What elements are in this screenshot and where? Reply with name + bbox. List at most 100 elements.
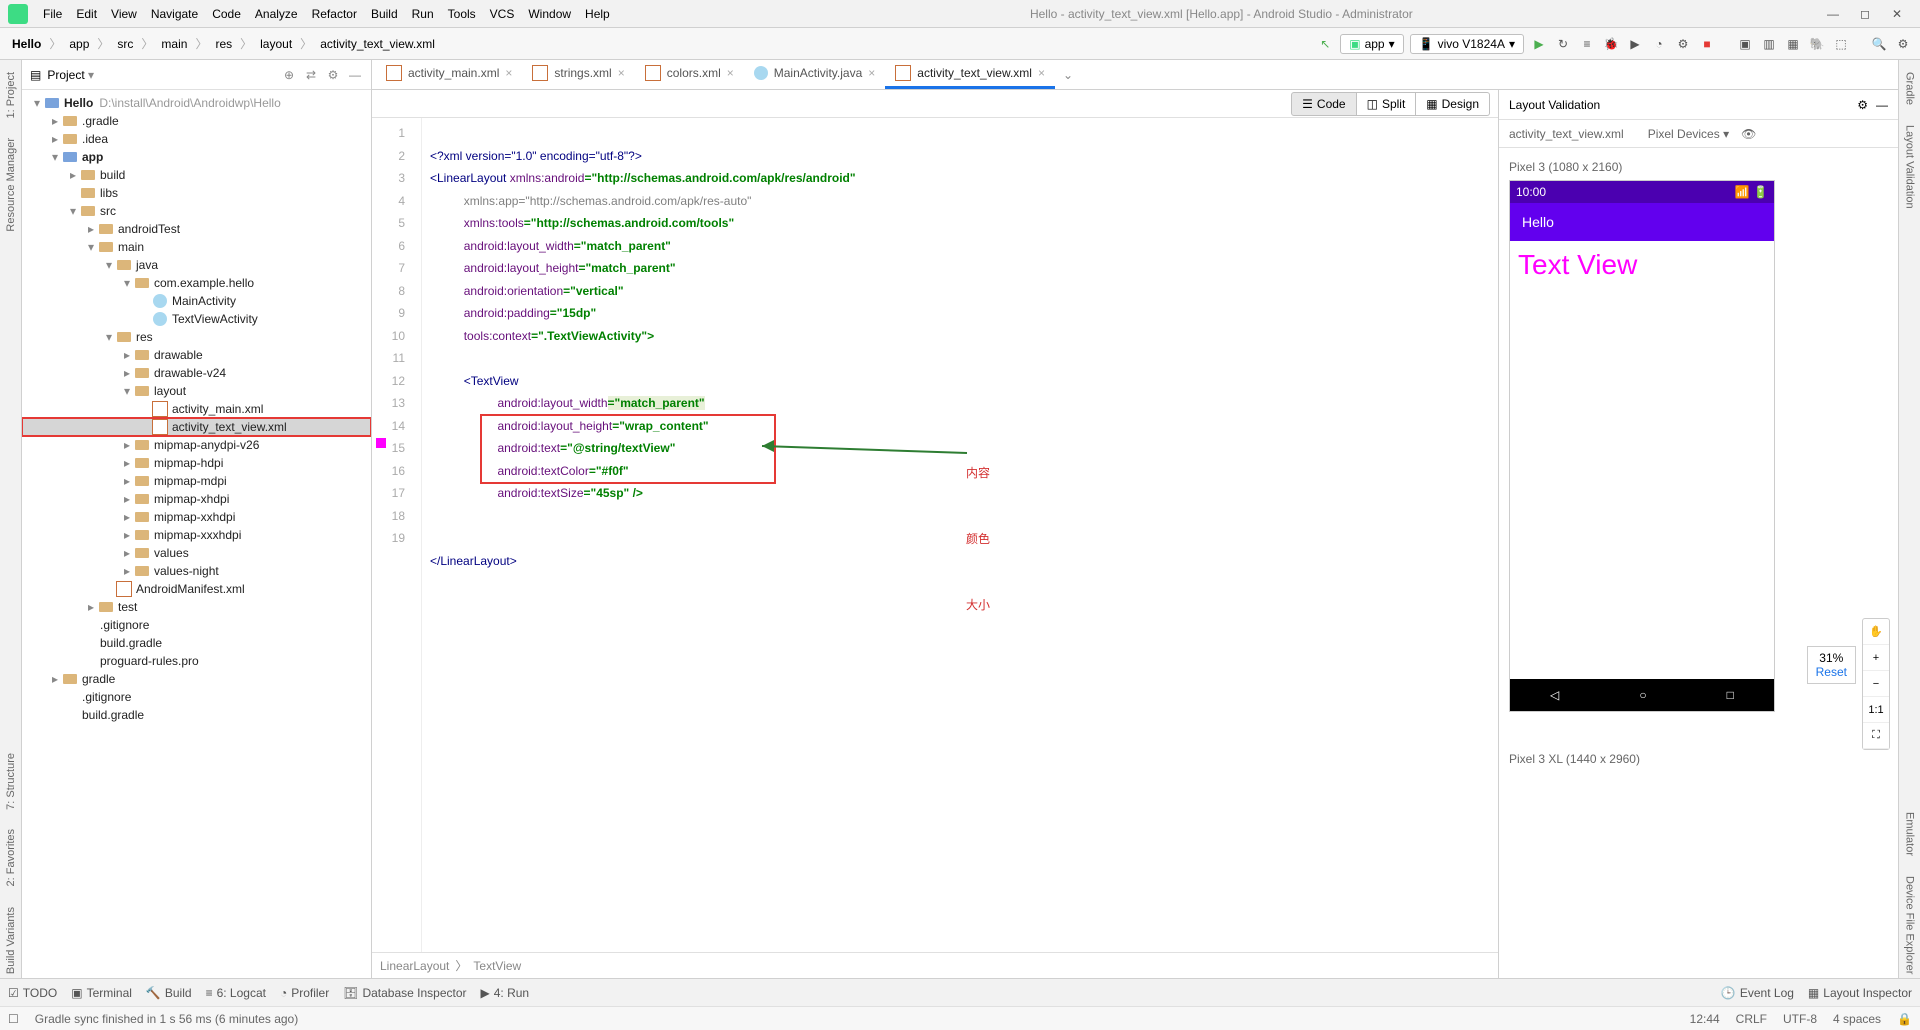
mode-code[interactable]: ☰ Code <box>1291 92 1356 116</box>
bc-res[interactable]: res <box>211 35 236 53</box>
zoom-100-icon[interactable]: ⛶ <box>1863 723 1889 749</box>
run-icon[interactable]: ▶ <box>1530 35 1548 53</box>
bottom-logcat[interactable]: ≡ 6: Logcat <box>206 986 266 1000</box>
close-icon[interactable]: × <box>505 66 512 80</box>
project-tree[interactable]: ▾HelloD:\install\Android\Androidwp\Hello… <box>22 90 371 978</box>
tab-layout-validation[interactable]: Layout Validation <box>1902 121 1918 213</box>
close-icon[interactable]: × <box>618 66 625 80</box>
file-encoding[interactable]: UTF-8 <box>1783 1012 1817 1026</box>
tree-node[interactable]: ▾HelloD:\install\Android\Androidwp\Hello <box>22 94 371 112</box>
tree-node[interactable]: ▸mipmap-xhdpi <box>22 490 371 508</box>
tree-node[interactable]: .gitignore <box>22 688 371 706</box>
preview-pixel3[interactable]: 10:00📶 🔋 Hello Text View ◁○□ <box>1509 180 1775 712</box>
view-options-icon[interactable]: 👁 <box>1741 127 1756 141</box>
expand-icon[interactable]: ⇄ <box>303 67 319 83</box>
settings-icon[interactable]: ⚙ <box>1894 35 1912 53</box>
tab-gradle[interactable]: Gradle <box>1902 68 1918 109</box>
stop-icon[interactable]: ■ <box>1698 35 1716 53</box>
tree-node[interactable]: ▾layout <box>22 382 371 400</box>
tree-node[interactable]: ▸mipmap-xxxhdpi <box>22 526 371 544</box>
tab-activity-text-view[interactable]: activity_text_view.xml× <box>885 60 1055 89</box>
tab-colors[interactable]: colors.xml× <box>635 60 744 89</box>
menu-code[interactable]: Code <box>205 7 248 21</box>
zoom-reset[interactable]: Reset <box>1816 665 1847 679</box>
menu-build[interactable]: Build <box>364 7 405 21</box>
tree-node[interactable]: ▾java <box>22 256 371 274</box>
project-view-selector[interactable]: Project <box>47 68 94 82</box>
back-arrow-icon[interactable]: ↖ <box>1316 35 1334 53</box>
indent[interactable]: 4 spaces <box>1833 1012 1881 1026</box>
pan-icon[interactable]: ✋ <box>1863 619 1889 645</box>
tree-node[interactable]: ▸values-night <box>22 562 371 580</box>
menu-help[interactable]: Help <box>578 7 617 21</box>
tab-emulator[interactable]: Emulator <box>1902 808 1918 860</box>
tree-node[interactable]: .gitignore <box>22 616 371 634</box>
tab-build-variants[interactable]: Build Variants <box>3 903 19 978</box>
tree-node[interactable]: activity_text_view.xml <box>22 418 371 436</box>
tab-resource-manager[interactable]: Resource Manager <box>3 134 19 236</box>
structure-icon[interactable]: ⬚ <box>1832 35 1850 53</box>
menu-tools[interactable]: Tools <box>441 7 483 21</box>
tree-node[interactable]: ▸mipmap-xxhdpi <box>22 508 371 526</box>
bottom-run[interactable]: ▶ 4: Run <box>481 986 530 1000</box>
tree-node[interactable]: ▸values <box>22 544 371 562</box>
close-button[interactable]: ✕ <box>1890 7 1904 21</box>
tree-node[interactable]: ▸androidTest <box>22 220 371 238</box>
close-icon[interactable]: × <box>868 66 875 80</box>
maximize-button[interactable]: ◻ <box>1858 7 1872 21</box>
tab-mainactivity[interactable]: MainActivity.java× <box>744 60 886 89</box>
tree-node[interactable]: ▸test <box>22 598 371 616</box>
device-selector[interactable]: 📱vivo V1824A▾ <box>1410 34 1524 54</box>
tree-node[interactable]: ▸build <box>22 166 371 184</box>
tree-node[interactable]: ▸drawable-v24 <box>22 364 371 382</box>
bottom-layout-inspector[interactable]: ▦ Layout Inspector <box>1808 986 1912 1000</box>
tab-strings[interactable]: strings.xml× <box>522 60 634 89</box>
debug-icon[interactable]: 🐞 <box>1602 35 1620 53</box>
bc-file[interactable]: activity_text_view.xml <box>316 35 439 53</box>
sdk-icon[interactable]: ▥ <box>1760 35 1778 53</box>
bottom-todo[interactable]: ☑ TODO <box>8 986 57 1000</box>
close-icon[interactable]: × <box>1038 66 1045 80</box>
profiler-icon[interactable]: ◔ <box>1650 35 1668 53</box>
tree-node[interactable]: MainActivity <box>22 292 371 310</box>
resource-icon[interactable]: ▦ <box>1784 35 1802 53</box>
tree-node[interactable]: ▸drawable <box>22 346 371 364</box>
bc-hello[interactable]: Hello <box>8 35 45 53</box>
tree-node[interactable]: proguard-rules.pro <box>22 652 371 670</box>
crumb-textview[interactable]: TextView <box>473 959 521 973</box>
tree-node[interactable]: ▸mipmap-hdpi <box>22 454 371 472</box>
zoom-out-icon[interactable]: − <box>1863 671 1889 697</box>
menu-window[interactable]: Window <box>521 7 578 21</box>
gear-icon[interactable]: ⚙ <box>1857 98 1868 112</box>
tree-node[interactable]: ▸.idea <box>22 130 371 148</box>
menu-file[interactable]: File <box>36 7 69 21</box>
minimize-button[interactable]: — <box>1826 7 1840 21</box>
tree-node[interactable]: ▾res <box>22 328 371 346</box>
crumb-linearlayout[interactable]: LinearLayout <box>380 959 449 973</box>
apply-code-icon[interactable]: ≡ <box>1578 35 1596 53</box>
bottom-eventlog[interactable]: 🕒 Event Log <box>1721 986 1794 1000</box>
more-tabs-icon[interactable]: ⌄ <box>1055 68 1081 82</box>
bc-app[interactable]: app <box>65 35 93 53</box>
bc-layout[interactable]: layout <box>256 35 296 53</box>
gear-icon[interactable]: ⚙ <box>325 67 341 83</box>
caret-position[interactable]: 12:44 <box>1690 1012 1720 1026</box>
tree-node[interactable]: AndroidManifest.xml <box>22 580 371 598</box>
menu-view[interactable]: View <box>104 7 144 21</box>
tab-activity-main[interactable]: activity_main.xml× <box>376 60 522 89</box>
tree-node[interactable]: ▸gradle <box>22 670 371 688</box>
attach-debugger-icon[interactable]: ⚙ <box>1674 35 1692 53</box>
bc-src[interactable]: src <box>113 35 137 53</box>
tab-device-file-explorer[interactable]: Device File Explorer <box>1902 872 1918 978</box>
tree-node[interactable]: ▾main <box>22 238 371 256</box>
target-icon[interactable]: ⊕ <box>281 67 297 83</box>
apply-changes-icon[interactable]: ↻ <box>1554 35 1572 53</box>
run-config-selector[interactable]: ▣app▾ <box>1340 34 1403 54</box>
menu-vcs[interactable]: VCS <box>483 7 522 21</box>
lock-icon[interactable]: 🔒 <box>1897 1012 1912 1026</box>
menu-edit[interactable]: Edit <box>69 7 104 21</box>
hide-icon[interactable]: — <box>1876 98 1888 112</box>
menu-navigate[interactable]: Navigate <box>144 7 205 21</box>
zoom-in-icon[interactable]: + <box>1863 645 1889 671</box>
zoom-fit-icon[interactable]: 1:1 <box>1863 697 1889 723</box>
